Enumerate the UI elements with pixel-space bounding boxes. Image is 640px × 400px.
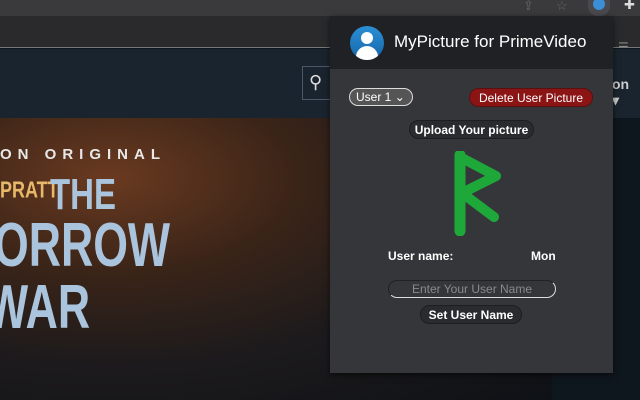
puzzle-icon[interactable]: ✚ — [624, 0, 635, 13]
popup-header: MyPicture for PrimeVideo — [330, 16, 613, 69]
chevron-down-icon: ⌄ — [394, 90, 405, 104]
star-icon[interactable]: ☆ — [556, 0, 568, 14]
delete-picture-button[interactable]: Delete User Picture — [469, 88, 593, 107]
user-select[interactable]: User 1 ⌄ — [349, 88, 413, 106]
user-picture — [454, 151, 501, 236]
browser-toolbar: ⇪ ☆ ✚ — [0, 0, 640, 16]
user-select-value: User 1 — [356, 90, 392, 104]
extension-popup: MyPicture for PrimeVideo User 1 ⌄ Delete… — [330, 16, 613, 373]
popup-title: MyPicture for PrimeVideo — [394, 32, 587, 51]
share-icon[interactable]: ⇪ — [523, 0, 534, 14]
user-name-input[interactable] — [388, 280, 556, 298]
user-name-label: User name: — [388, 249, 454, 263]
hero-tagline: ON ORIGINAL — [0, 146, 166, 163]
set-user-name-button[interactable]: Set User Name — [420, 305, 522, 324]
hero-title-line3: WAR — [0, 273, 91, 342]
user-avatar-icon — [350, 26, 384, 60]
extension-profile-icon[interactable] — [588, 0, 610, 16]
hero-title-line2: ORROW — [0, 211, 171, 280]
user-name-value: Mon — [531, 249, 556, 263]
search-icon: ⚲ — [309, 72, 323, 92]
upload-picture-button[interactable]: Upload Your picture — [409, 120, 534, 139]
nav-menu-partial[interactable]: on ▾ — [612, 76, 640, 109]
